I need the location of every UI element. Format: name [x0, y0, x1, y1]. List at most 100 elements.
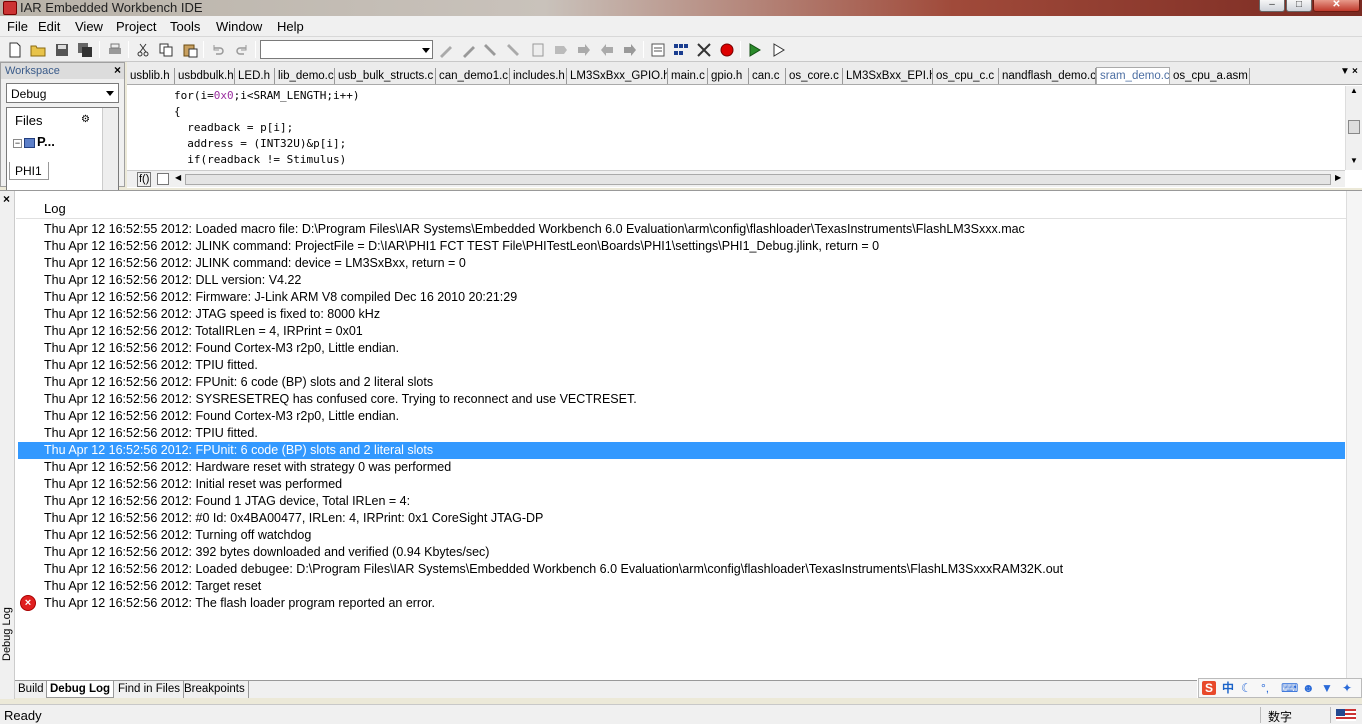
- tab-lm3sxbxx-gpio-h[interactable]: LM3SxBxx_GPIO.h: [567, 68, 668, 84]
- collapse-icon[interactable]: −: [13, 139, 22, 148]
- tab-build[interactable]: Build: [15, 681, 48, 698]
- save-all-icon[interactable]: [76, 41, 94, 58]
- log-row[interactable]: Thu Apr 12 16:52:56 2012: Target reset: [18, 578, 1345, 595]
- redo-icon[interactable]: [233, 41, 251, 58]
- log-row[interactable]: Thu Apr 12 16:52:56 2012: JLINK command:…: [18, 238, 1345, 255]
- tools-icon[interactable]: ✦: [1342, 681, 1352, 695]
- close-icon[interactable]: ×: [3, 192, 10, 206]
- find-combo[interactable]: [260, 40, 433, 59]
- toggle-bookmark-icon[interactable]: [437, 41, 455, 58]
- log-row[interactable]: Thu Apr 12 16:52:56 2012: Loaded debugee…: [18, 561, 1345, 578]
- tab-led-h[interactable]: LED.h: [235, 68, 275, 84]
- menu-help[interactable]: Help: [277, 19, 304, 34]
- log-list[interactable]: Thu Apr 12 16:52:55 2012: Loaded macro f…: [16, 221, 1346, 681]
- menu-edit[interactable]: Edit: [38, 19, 60, 34]
- log-row[interactable]: Thu Apr 12 16:52:56 2012: Firmware: J-Li…: [18, 289, 1345, 306]
- log-row[interactable]: Thu Apr 12 16:52:56 2012: JTAG speed is …: [18, 306, 1345, 323]
- new-file-icon[interactable]: [6, 41, 24, 58]
- scroll-right-icon[interactable]: ▶: [1335, 173, 1341, 182]
- skin-icon[interactable]: ▼: [1321, 681, 1333, 695]
- paste-icon[interactable]: [181, 41, 199, 58]
- download-and-debug-icon[interactable]: [746, 41, 764, 58]
- next-bookmark-icon[interactable]: [575, 41, 593, 58]
- editor-vertical-scrollbar[interactable]: ▲ ▼: [1345, 86, 1362, 170]
- scroll-up-icon[interactable]: ▲: [1350, 86, 1358, 95]
- log-row[interactable]: Thu Apr 12 16:52:56 2012: TPIU fitted.: [18, 425, 1345, 442]
- tab-main-c[interactable]: main.c: [668, 68, 708, 84]
- log-scrollbar[interactable]: [1346, 191, 1362, 681]
- go-to-icon[interactable]: [529, 41, 547, 58]
- tab-phi1[interactable]: PHI1: [9, 162, 49, 180]
- menu-file[interactable]: File: [7, 19, 28, 34]
- scroll-track[interactable]: [185, 174, 1331, 185]
- log-row[interactable]: Thu Apr 12 16:52:56 2012: FPUnit: 6 code…: [18, 374, 1345, 391]
- tab-can-c[interactable]: can.c: [749, 68, 786, 84]
- tab-nandflash-demo-c[interactable]: nandflash_demo.c: [999, 68, 1096, 84]
- function-list-button[interactable]: f(): [137, 172, 152, 187]
- make-icon[interactable]: [672, 41, 690, 58]
- configuration-select[interactable]: Debug: [6, 83, 119, 103]
- ime-logo-icon[interactable]: S: [1202, 681, 1216, 695]
- ime-chinese-mode[interactable]: 中: [1222, 681, 1234, 695]
- maximize-button[interactable]: □: [1286, 0, 1312, 12]
- tab-list-icon[interactable]: ▼: [1340, 66, 1350, 77]
- compile-icon[interactable]: [649, 41, 667, 58]
- tab-lm3sxbxx-epi-h[interactable]: LM3SxBxx_EPI.h: [843, 68, 933, 84]
- log-row[interactable]: Thu Apr 12 16:52:56 2012: FPUnit: 6 code…: [18, 442, 1345, 459]
- project-tree-item[interactable]: − P...: [13, 134, 55, 149]
- log-row[interactable]: Thu Apr 12 16:52:56 2012: JLINK command:…: [18, 255, 1345, 272]
- tab-lib-demo-c[interactable]: lib_demo.c: [275, 68, 335, 84]
- log-row[interactable]: Thu Apr 12 16:52:56 2012: TPIU fitted.: [18, 357, 1345, 374]
- previous-bookmark-icon[interactable]: [598, 41, 616, 58]
- log-row[interactable]: Thu Apr 12 16:52:56 2012: Initial reset …: [18, 476, 1345, 493]
- code-view[interactable]: for(i=0x0;i<SRAM_LENGTH;i++) { readback …: [127, 86, 1345, 170]
- print-icon[interactable]: [106, 41, 124, 58]
- save-icon[interactable]: [53, 41, 71, 58]
- chevron-down-icon[interactable]: [106, 91, 114, 96]
- close-icon[interactable]: ×: [1352, 66, 1358, 77]
- user-icon[interactable]: ☻: [1302, 681, 1315, 695]
- split-button[interactable]: [157, 173, 169, 185]
- log-row[interactable]: Thu Apr 12 16:52:56 2012: Hardware reset…: [18, 459, 1345, 476]
- copy-icon[interactable]: [157, 41, 175, 58]
- tab-includes-h[interactable]: includes.h: [510, 68, 567, 84]
- editor-horizontal-scrollbar[interactable]: f() ◀ ▶: [127, 170, 1345, 187]
- navigate-forward-icon[interactable]: [621, 41, 639, 58]
- log-row[interactable]: Thu Apr 12 16:52:56 2012: #0 Id: 0x4BA00…: [18, 510, 1345, 527]
- find-in-files-icon[interactable]: [506, 41, 524, 58]
- undo-icon[interactable]: [209, 41, 227, 58]
- menu-tools[interactable]: Tools: [170, 19, 200, 34]
- keyboard-icon[interactable]: ⌨: [1281, 681, 1298, 695]
- cut-icon[interactable]: [134, 41, 152, 58]
- chevron-down-icon[interactable]: [422, 48, 430, 53]
- tab-breakpoints[interactable]: Breakpoints: [181, 681, 249, 698]
- tab-find-in-files[interactable]: Find in Files: [115, 681, 184, 698]
- log-row[interactable]: Thu Apr 12 16:52:56 2012: Turning off wa…: [18, 527, 1345, 544]
- log-row[interactable]: Thu Apr 12 16:52:56 2012: DLL version: V…: [18, 272, 1345, 289]
- log-row[interactable]: Thu Apr 12 16:52:56 2012: Found Cortex-M…: [18, 408, 1345, 425]
- scroll-thumb[interactable]: [1348, 120, 1360, 134]
- tab-usb-bulk-structs-c[interactable]: usb_bulk_structs.c: [335, 68, 436, 84]
- open-folder-icon[interactable]: [29, 41, 47, 58]
- debug-without-download-icon[interactable]: [770, 41, 788, 58]
- log-row[interactable]: Thu Apr 12 16:52:55 2012: Loaded macro f…: [18, 221, 1345, 238]
- log-row[interactable]: Thu Apr 12 16:52:56 2012: Found 1 JTAG d…: [18, 493, 1345, 510]
- stop-build-icon[interactable]: [695, 41, 713, 58]
- find-next-icon[interactable]: [460, 41, 478, 58]
- log-row-error[interactable]: × Thu Apr 12 16:52:56 2012: The flash loa…: [18, 595, 1345, 612]
- menu-window[interactable]: Window: [216, 19, 262, 34]
- moon-icon[interactable]: ☾: [1241, 681, 1252, 695]
- minimize-button[interactable]: –: [1259, 0, 1285, 12]
- menu-project[interactable]: Project: [116, 19, 156, 34]
- log-row[interactable]: Thu Apr 12 16:52:56 2012: 392 bytes down…: [18, 544, 1345, 561]
- log-row[interactable]: Thu Apr 12 16:52:56 2012: TotalIRLen = 4…: [18, 323, 1345, 340]
- tab-os-cpu-c-c[interactable]: os_cpu_c.c: [933, 68, 999, 84]
- log-row[interactable]: Thu Apr 12 16:52:56 2012: Found Cortex-M…: [18, 340, 1345, 357]
- tab-os-cpu-a-asm[interactable]: os_cpu_a.asm: [1170, 68, 1250, 84]
- log-row[interactable]: Thu Apr 12 16:52:56 2012: SYSRESETREQ ha…: [18, 391, 1345, 408]
- tab-debug-log[interactable]: Debug Log: [46, 681, 115, 698]
- scroll-left-icon[interactable]: ◀: [175, 173, 181, 182]
- bookmark-icon[interactable]: [552, 41, 570, 58]
- ime-punctuation[interactable]: °,: [1261, 681, 1269, 695]
- close-button[interactable]: ✕: [1313, 0, 1360, 12]
